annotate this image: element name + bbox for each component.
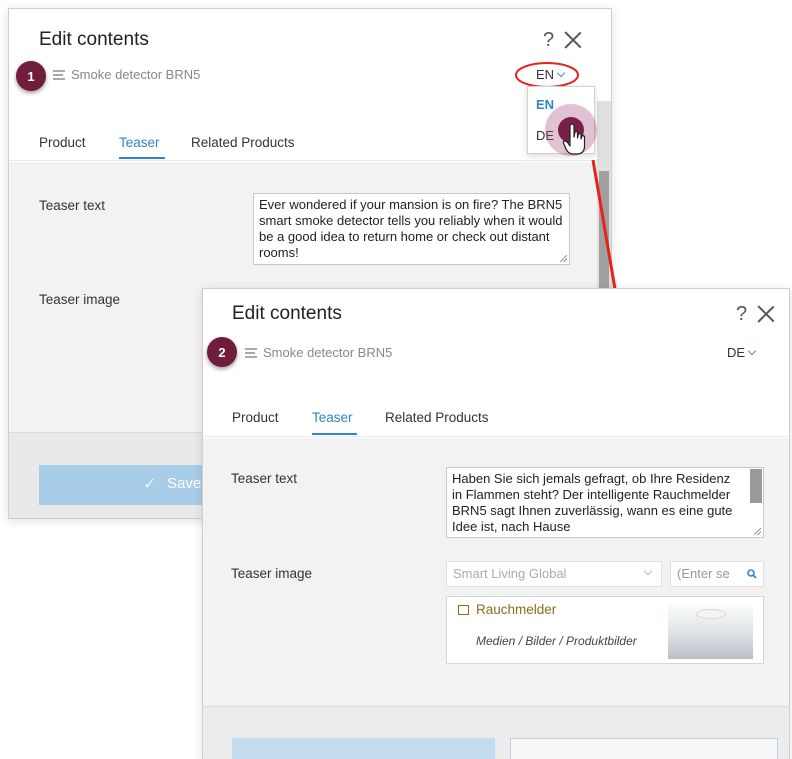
close-icon[interactable] — [564, 31, 582, 49]
check-icon: ✓ — [143, 476, 157, 493]
help-icon[interactable]: ? — [736, 303, 747, 326]
close-icon[interactable] — [757, 305, 775, 323]
tab-teaser[interactable]: Teaser — [119, 135, 160, 150]
tab-product[interactable]: Product — [232, 410, 279, 425]
tab-bar: Product Teaser Related Products — [203, 375, 789, 437]
menu-icon[interactable] — [53, 70, 65, 80]
search-icon[interactable] — [747, 569, 757, 579]
document-icon — [458, 605, 469, 615]
chevron-down-icon — [643, 566, 653, 576]
cancel-button[interactable] — [510, 738, 778, 759]
item-subtitle: Smoke detector BRN5 — [263, 345, 393, 360]
item-subtitle: Smoke detector BRN5 — [71, 67, 201, 82]
teaser-text-value: Ever wondered if your mansion is on fire… — [259, 197, 563, 260]
step-badge-1: 1 — [16, 61, 46, 91]
teaser-image-label: Teaser image — [231, 566, 313, 581]
step-badge-2: 2 — [207, 337, 237, 367]
edit-contents-dialog-de: Edit contents ? Smoke detector BRN5 DE P… — [202, 288, 790, 759]
textarea-scroll-thumb[interactable] — [750, 469, 762, 503]
teaser-text-label: Teaser text — [39, 198, 106, 213]
teaser-image-label: Teaser image — [39, 292, 121, 307]
save-button[interactable] — [232, 738, 495, 759]
tab-product[interactable]: Product — [39, 135, 86, 150]
pointer-hand-icon — [562, 123, 586, 155]
teaser-text-input[interactable]: Haben Sie sich jemals gefragt, ob Ihre R… — [446, 467, 764, 538]
tab-related-products[interactable]: Related Products — [385, 410, 489, 425]
site-select[interactable]: Smart Living Global — [446, 561, 662, 587]
language-option-en[interactable]: EN — [536, 97, 554, 112]
resize-grip-icon[interactable] — [560, 255, 567, 262]
tab-bar: Product Teaser Related Products — [9, 109, 611, 161]
tab-teaser[interactable]: Teaser — [312, 410, 353, 425]
picked-item-path: Medien / Bilder / Produktbilder — [476, 634, 637, 648]
active-tab-indicator — [119, 157, 165, 159]
language-value: DE — [727, 345, 746, 360]
teaser-text-value: Haben Sie sich jemals gefragt, ob Ihre R… — [452, 471, 733, 534]
teaser-content: Teaser text Haben Sie sich jemals gefrag… — [203, 438, 789, 706]
active-tab-indicator — [312, 433, 357, 435]
picked-item-title[interactable]: Rauchmelder — [476, 602, 556, 617]
site-select-value: Smart Living Global — [453, 566, 567, 581]
smoke-detector-thumbnail — [668, 601, 753, 659]
dialog-title: Edit contents — [232, 303, 342, 324]
dialog-title: Edit contents — [39, 29, 149, 50]
save-button-label: Save — [167, 475, 202, 492]
teaser-text-label: Teaser text — [231, 471, 298, 486]
menu-icon[interactable] — [245, 348, 257, 358]
teaser-text-input[interactable]: Ever wondered if your mansion is on fire… — [253, 193, 570, 265]
search-placeholder: (Enter se — [677, 566, 730, 581]
dialog-footer — [203, 706, 789, 759]
resize-grip-icon[interactable] — [754, 528, 761, 535]
help-icon[interactable]: ? — [543, 29, 554, 52]
search-input[interactable]: (Enter se — [670, 561, 764, 587]
language-selector[interactable]: DE — [727, 345, 757, 360]
chevron-down-icon — [747, 346, 757, 356]
picked-image-card[interactable]: Rauchmelder Medien / Bilder / Produktbil… — [446, 596, 764, 664]
tab-related-products[interactable]: Related Products — [191, 135, 295, 150]
